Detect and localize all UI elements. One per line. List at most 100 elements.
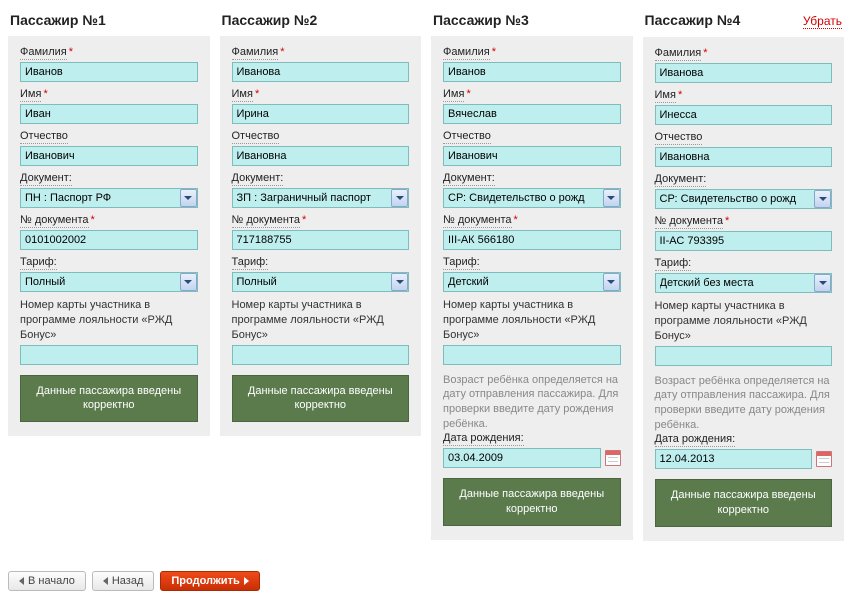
tariff-select[interactable] [443,272,621,292]
nav-back-label: Назад [112,575,144,587]
tariff-label: Тариф: [655,257,692,271]
tariff-label: Тариф: [443,256,480,270]
confirm-passenger-button[interactable]: Данные пассажира введены корректно [20,375,198,423]
chevron-down-icon [396,196,404,200]
chevron-down-icon [819,281,827,285]
document-label: Документ: [655,173,707,187]
document-label: Документ: [232,172,284,186]
tariff-dropdown-button[interactable] [180,273,197,291]
patronymic-input[interactable] [443,146,621,166]
document-dropdown-button[interactable] [814,190,831,208]
doc-number-label: № документа [655,215,724,229]
doc-number-label: № документа [232,214,301,228]
doc-number-input[interactable] [655,231,833,251]
dob-input[interactable] [655,449,813,469]
surname-input[interactable] [20,62,198,82]
document-dropdown-button[interactable] [391,189,408,207]
surname-label: Фамилия [443,46,490,60]
document-dropdown-button[interactable] [603,189,620,207]
name-label: Имя [232,88,253,102]
doc-number-input[interactable] [443,230,621,250]
loyalty-input[interactable] [443,345,621,365]
required-asterisk: * [678,89,682,101]
dob-input[interactable] [443,448,601,468]
document-select[interactable] [20,188,198,208]
nav-continue-label: Продолжить [171,575,239,587]
confirm-passenger-button[interactable]: Данные пассажира введены корректно [232,375,410,423]
tariff-select[interactable] [655,273,833,293]
tariff-dropdown-button[interactable] [391,273,408,291]
required-asterisk: * [302,214,306,226]
document-select[interactable] [232,188,410,208]
nav-start-button[interactable]: В начало [8,571,86,591]
calendar-icon[interactable] [816,451,832,467]
required-asterisk: * [280,46,284,58]
document-dropdown-button[interactable] [180,189,197,207]
name-label: Имя [443,88,464,102]
patronymic-label: Отчество [20,130,68,144]
remove-passenger-link[interactable]: Убрать [803,14,842,29]
passenger-title: Пассажир №3 [433,12,529,28]
loyalty-input[interactable] [655,346,833,366]
doc-number-input[interactable] [232,230,410,250]
confirm-passenger-button[interactable]: Данные пассажира введены корректно [655,479,833,527]
patronymic-label: Отчество [655,131,703,145]
dob-label: Дата рождения: [655,433,736,447]
tariff-dropdown-button[interactable] [814,274,831,292]
chevron-down-icon [607,280,615,284]
surname-input[interactable] [443,62,621,82]
nav-continue-button[interactable]: Продолжить [160,571,259,591]
document-label: Документ: [20,172,72,186]
required-asterisk: * [492,46,496,58]
loyalty-input[interactable] [232,345,410,365]
name-label: Имя [655,89,676,103]
nav-start-label: В начало [28,575,75,587]
tariff-label: Тариф: [20,256,57,270]
chevron-down-icon [396,280,404,284]
patronymic-input[interactable] [232,146,410,166]
surname-input[interactable] [232,62,410,82]
passenger-title: Пассажир №1 [10,12,106,28]
document-select[interactable] [655,189,833,209]
doc-number-label: № документа [20,214,89,228]
required-asterisk: * [703,47,707,59]
passenger-panel: Фамилия*Имя*ОтчествоДокумент:№ документа… [431,36,633,540]
name-input[interactable] [443,104,621,124]
loyalty-input[interactable] [20,345,198,365]
patronymic-input[interactable] [655,147,833,167]
passenger-title: Пассажир №4 [645,12,741,28]
surname-label: Фамилия [232,46,279,60]
required-asterisk: * [91,214,95,226]
tariff-label: Тариф: [232,256,269,270]
chevron-left-icon [19,577,24,585]
chevron-left-icon [103,577,108,585]
tariff-dropdown-button[interactable] [603,273,620,291]
name-input[interactable] [20,104,198,124]
name-input[interactable] [232,104,410,124]
chevron-down-icon [184,280,192,284]
surname-input[interactable] [655,63,833,83]
required-asterisk: * [514,214,518,226]
loyalty-label: Номер карты участника в программе лояльн… [20,298,198,343]
confirm-passenger-button[interactable]: Данные пассажира введены корректно [443,478,621,526]
patronymic-input[interactable] [20,146,198,166]
calendar-icon[interactable] [605,450,621,466]
tariff-select[interactable] [232,272,410,292]
document-label: Документ: [443,172,495,186]
child-age-note: Возраст ребёнка определяется на дату отп… [655,374,833,433]
loyalty-label: Номер карты участника в программе лояльн… [232,298,410,343]
passenger-column: Пассажир №2Фамилия*Имя*ОтчествоДокумент:… [220,8,422,541]
name-label: Имя [20,88,41,102]
passenger-panel: Фамилия*Имя*ОтчествоДокумент:№ документа… [220,36,422,436]
surname-label: Фамилия [20,46,67,60]
tariff-select[interactable] [20,272,198,292]
doc-number-input[interactable] [20,230,198,250]
nav-back-button[interactable]: Назад [92,571,155,591]
child-age-note: Возраст ребёнка определяется на дату отп… [443,373,621,432]
required-asterisk: * [255,88,259,100]
chevron-down-icon [819,197,827,201]
chevron-down-icon [184,196,192,200]
name-input[interactable] [655,105,833,125]
document-select[interactable] [443,188,621,208]
required-asterisk: * [43,88,47,100]
